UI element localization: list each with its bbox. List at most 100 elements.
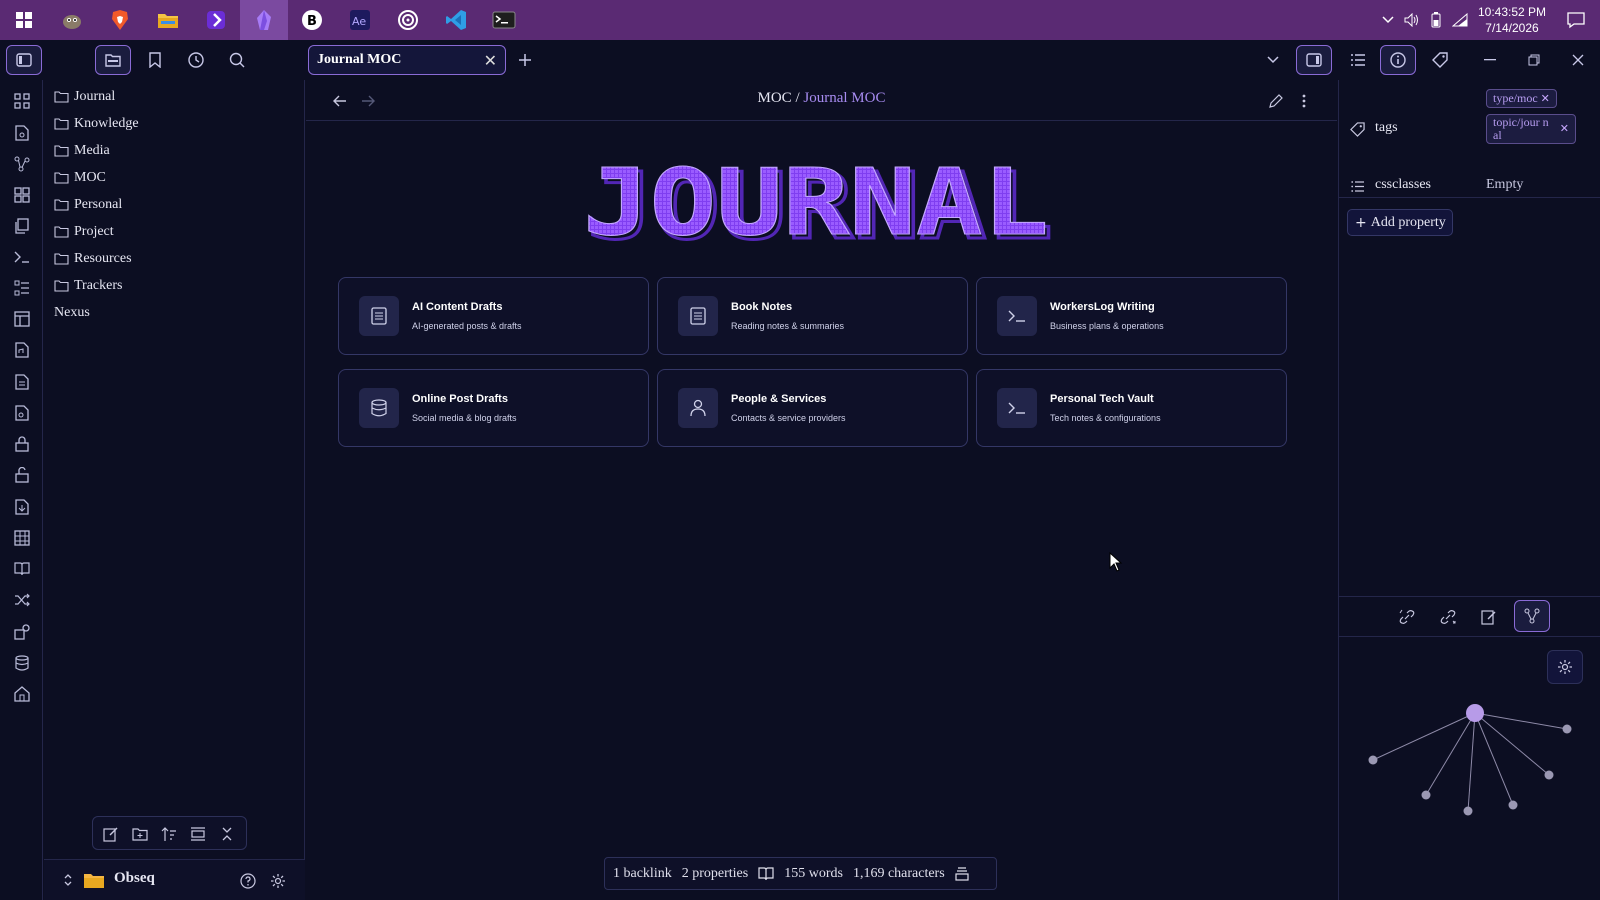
- folder-moc[interactable]: MOC: [44, 164, 304, 191]
- folder-knowledge[interactable]: Knowledge: [44, 110, 304, 137]
- folder-trackers[interactable]: Trackers: [44, 272, 304, 299]
- collapse-all-icon[interactable]: [215, 822, 239, 846]
- folder-media[interactable]: Media: [44, 137, 304, 164]
- target-app-icon[interactable]: [384, 0, 432, 40]
- status-properties[interactable]: 2 properties: [682, 866, 748, 882]
- volume-icon[interactable]: [1400, 8, 1424, 32]
- app-purple-icon[interactable]: [192, 0, 240, 40]
- folder-journal[interactable]: Journal: [44, 83, 304, 110]
- tag-pill-type-moc[interactable]: type/moc ✕: [1486, 89, 1557, 108]
- windows-start-icon[interactable]: [0, 0, 48, 40]
- list-checks-icon[interactable]: [11, 277, 33, 299]
- tags-view-icon[interactable]: [1428, 48, 1452, 72]
- graph-node[interactable]: [1421, 790, 1431, 800]
- file-text-icon[interactable]: [11, 371, 33, 393]
- folder-resources[interactable]: Resources: [44, 245, 304, 272]
- dashboard-grid-icon[interactable]: [11, 90, 33, 112]
- graph-view-icon[interactable]: [11, 153, 33, 175]
- vscode-icon[interactable]: [432, 0, 480, 40]
- property-value-cssclasses[interactable]: Empty: [1486, 177, 1523, 193]
- restore-window-icon[interactable]: [1522, 48, 1546, 72]
- property-key-tags[interactable]: tags: [1375, 120, 1398, 136]
- shuffle-random-icon[interactable]: [11, 589, 33, 611]
- terminal-app-icon[interactable]: [480, 0, 528, 40]
- card-book-notes[interactable]: Book Notes Reading notes & summaries: [657, 277, 968, 355]
- vault-switcher[interactable]: Obseq: [44, 859, 305, 900]
- taskbar-clock[interactable]: 10:43:52 PM 7/14/2026: [1472, 4, 1552, 36]
- layout-template-icon[interactable]: [11, 308, 33, 330]
- unlock-icon[interactable]: [11, 464, 33, 486]
- card-people-services[interactable]: People & Services Contacts & service pro…: [657, 369, 968, 447]
- backlinks-icon[interactable]: [1395, 605, 1419, 629]
- card-personal-tech-vault[interactable]: Personal Tech Vault Tech notes & configu…: [976, 369, 1287, 447]
- notifications-icon[interactable]: [1552, 8, 1600, 32]
- graph-node[interactable]: [1562, 724, 1572, 734]
- new-folder-icon[interactable]: [128, 822, 152, 846]
- help-icon[interactable]: [236, 869, 260, 893]
- plugin-shapes-icon[interactable]: [11, 621, 33, 643]
- card-ai-content-drafts[interactable]: AI Content Drafts AI-generated posts & d…: [338, 277, 649, 355]
- files-view-icon[interactable]: [95, 45, 131, 75]
- recent-history-icon[interactable]: [184, 48, 208, 72]
- graph-settings-gear-icon[interactable]: [1547, 650, 1583, 684]
- search-icon[interactable]: [225, 48, 249, 72]
- file-nexus[interactable]: Nexus: [44, 299, 304, 326]
- settings-gear-icon[interactable]: [266, 869, 290, 893]
- database-icon[interactable]: [11, 652, 33, 674]
- outgoing-links-icon[interactable]: [1436, 605, 1460, 629]
- card-workerslog-writing[interactable]: WorkersLog Writing Business plans & oper…: [976, 277, 1287, 355]
- brave-browser-icon[interactable]: [96, 0, 144, 40]
- toggle-left-sidebar-icon[interactable]: [6, 45, 42, 75]
- file-import-icon[interactable]: [11, 496, 33, 518]
- remove-tag-icon[interactable]: ✕: [1541, 92, 1550, 105]
- command-terminal-icon[interactable]: [11, 246, 33, 268]
- note-edit-icon[interactable]: [1477, 605, 1501, 629]
- sort-order-icon[interactable]: [157, 822, 181, 846]
- minimize-window-icon[interactable]: [1478, 48, 1502, 72]
- close-window-icon[interactable]: [1566, 48, 1590, 72]
- graph-node[interactable]: [1368, 755, 1378, 765]
- add-property-button[interactable]: + Add property: [1347, 209, 1453, 236]
- file-audio-icon[interactable]: [11, 339, 33, 361]
- tab-list-chevron-icon[interactable]: [1261, 48, 1285, 72]
- graph-node[interactable]: [1508, 800, 1518, 810]
- battery-icon[interactable]: [1424, 8, 1448, 32]
- bookmark-icon[interactable]: [143, 48, 167, 72]
- wifi-icon[interactable]: [1448, 8, 1472, 32]
- breadcrumb-current[interactable]: Journal MOC: [803, 90, 885, 106]
- gimp-icon[interactable]: [48, 0, 96, 40]
- breadcrumb-parent[interactable]: MOC: [758, 90, 792, 106]
- folder-personal[interactable]: Personal: [44, 191, 304, 218]
- folder-project[interactable]: Project: [44, 218, 304, 245]
- graph-node[interactable]: [1463, 806, 1473, 816]
- daily-note-icon[interactable]: [11, 122, 33, 144]
- outline-list-icon[interactable]: [1346, 48, 1370, 72]
- card-online-post-drafts[interactable]: Online Post Drafts Social media & blog d…: [338, 369, 649, 447]
- lock-icon[interactable]: [11, 433, 33, 455]
- graph-node[interactable]: [1544, 770, 1554, 780]
- local-graph-icon[interactable]: [1514, 600, 1550, 632]
- reading-book-icon[interactable]: [758, 866, 774, 881]
- close-tab-icon[interactable]: ✕: [484, 51, 497, 70]
- local-graph[interactable]: [1359, 695, 1589, 835]
- file-audio-2-icon[interactable]: [11, 402, 33, 424]
- status-backlinks[interactable]: 1 backlink: [613, 866, 672, 882]
- copy-files-icon[interactable]: [11, 215, 33, 237]
- canvas-grid-icon[interactable]: [11, 184, 33, 206]
- property-key-cssclasses[interactable]: cssclasses: [1375, 177, 1431, 193]
- more-options-icon[interactable]: [1292, 89, 1316, 113]
- home-icon[interactable]: [11, 683, 33, 705]
- obsidian-icon[interactable]: [240, 0, 288, 40]
- vault-switch-chevron-icon[interactable]: [56, 868, 80, 892]
- tab-journal-moc[interactable]: Journal MOC ✕: [308, 45, 506, 75]
- table-icon[interactable]: [11, 527, 33, 549]
- after-effects-icon[interactable]: Ae: [336, 0, 384, 40]
- book-open-icon[interactable]: [11, 558, 33, 580]
- auto-reveal-icon[interactable]: [186, 822, 210, 846]
- edit-mode-pencil-icon[interactable]: [1264, 89, 1288, 113]
- new-tab-icon[interactable]: [513, 48, 537, 72]
- bitwarden-icon[interactable]: B: [288, 0, 336, 40]
- file-explorer-icon[interactable]: [144, 0, 192, 40]
- graph-node-current[interactable]: [1466, 704, 1484, 722]
- remove-tag-icon[interactable]: ✕: [1560, 122, 1569, 135]
